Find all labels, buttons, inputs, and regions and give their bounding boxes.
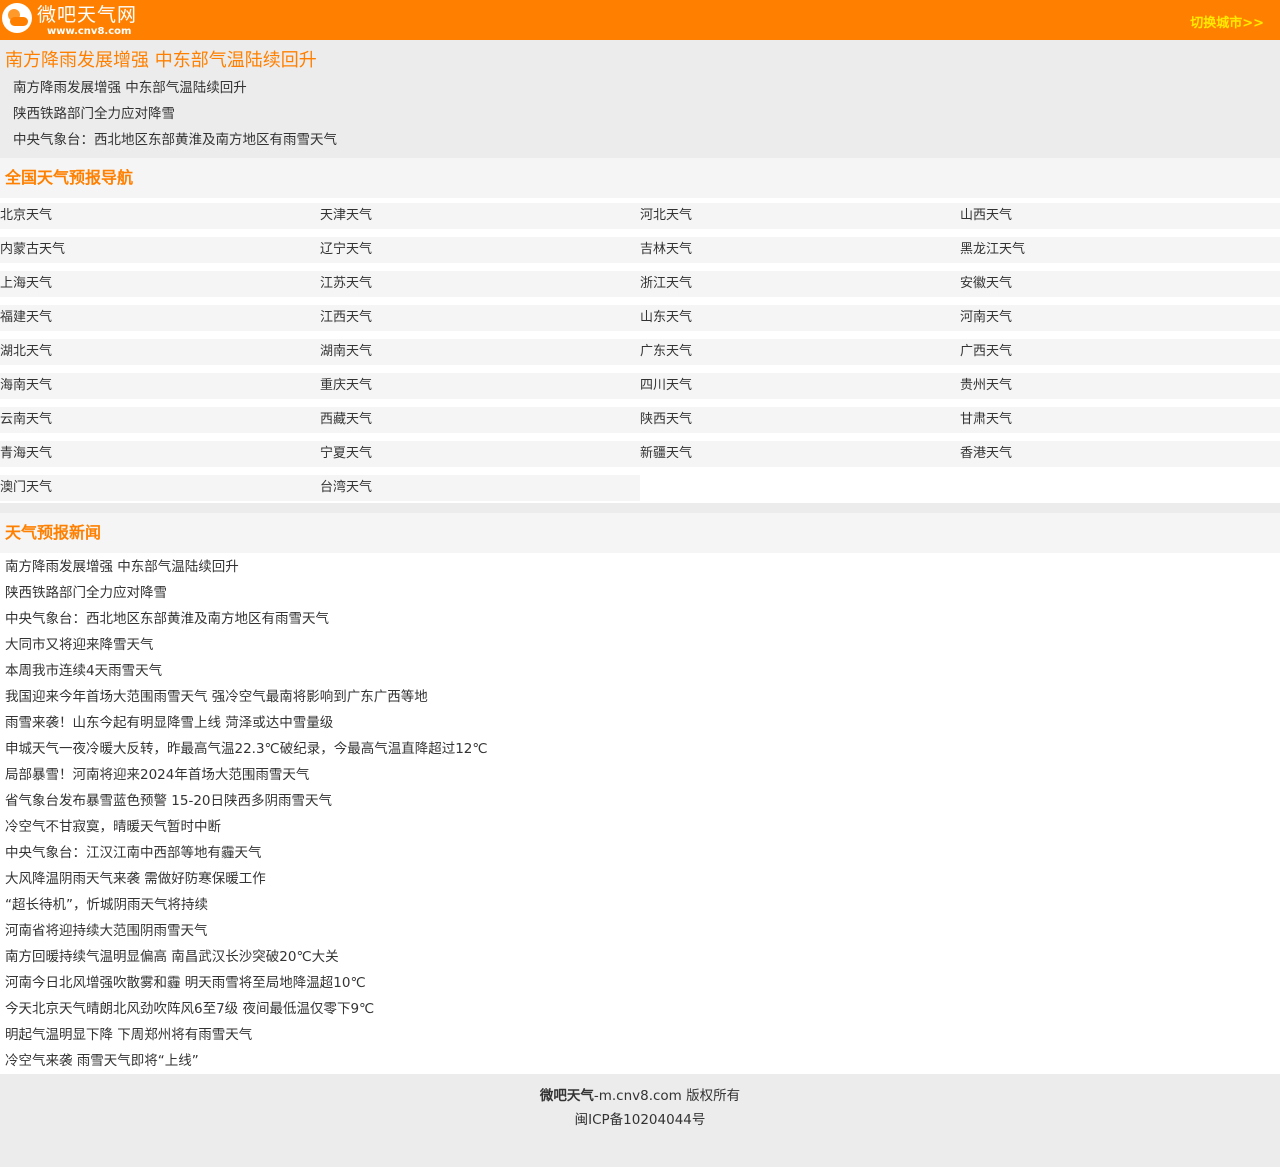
- weather-sun-cloud-icon: [2, 3, 32, 33]
- news-list: 南方降雨发展增强 中东部气温陆续回升 陕西铁路部门全力应对降雪 中央气象台：西北地区…: [0, 553, 1280, 1074]
- province-weather-link[interactable]: 重庆天气: [320, 373, 640, 399]
- news-item[interactable]: 河南省将迎持续大范围阴雨雪天气: [0, 918, 1280, 944]
- province-weather-link[interactable]: 澳门天气: [0, 475, 320, 501]
- divider: [0, 503, 1280, 513]
- province-weather-link[interactable]: 青海天气: [0, 441, 320, 467]
- footer-brand: 微吧天气: [539, 1088, 594, 1104]
- news-item[interactable]: 河南今日北风增强吹散雾和霾 明天雨雪将至局地降温超10℃: [0, 970, 1280, 996]
- province-weather-link[interactable]: 湖南天气: [320, 339, 640, 365]
- province-weather-link[interactable]: 河南天气: [960, 305, 1280, 331]
- headline-item[interactable]: 中央气象台：西北地区东部黄淮及南方地区有雨雪天气: [0, 127, 1280, 153]
- news-item[interactable]: 申城天气一夜冷暖大反转，昨最高气温22.3℃破纪录，今最高气温直降超过12℃: [0, 736, 1280, 762]
- province-weather-link[interactable]: 上海天气: [0, 271, 320, 297]
- province-weather-link[interactable]: 陕西天气: [640, 407, 960, 433]
- headline-item[interactable]: 陕西铁路部门全力应对降雪: [0, 101, 1280, 127]
- province-weather-link[interactable]: 河北天气: [640, 203, 960, 229]
- news-item[interactable]: 大同市又将迎来降雪天气: [0, 632, 1280, 658]
- news-item[interactable]: 冷空气不甘寂寞，晴暖天气暂时中断: [0, 814, 1280, 840]
- province-weather-link[interactable]: 云南天气: [0, 407, 320, 433]
- news-item[interactable]: 明起气温明显下降 下周郑州将有雨雪天气: [0, 1022, 1280, 1048]
- news-item[interactable]: 本周我市连续4天雨雪天气: [0, 658, 1280, 684]
- province-weather-link[interactable]: 北京天气: [0, 203, 320, 229]
- province-weather-link[interactable]: 海南天气: [0, 373, 320, 399]
- footer: 微吧天气-m.cnv8.com 版权所有 闽ICP备10204044号: [0, 1074, 1280, 1167]
- province-weather-link[interactable]: 台湾天气: [320, 475, 640, 501]
- province-weather-link[interactable]: 内蒙古天气: [0, 237, 320, 263]
- province-weather-link[interactable]: 湖北天气: [0, 339, 320, 365]
- icp-number[interactable]: 闽ICP备10204044号: [0, 1108, 1280, 1132]
- headline-title[interactable]: 南方降雨发展增强 中东部气温陆续回升: [0, 49, 1280, 73]
- news-item[interactable]: 冷空气来袭 雨雪天气即将“上线”: [0, 1048, 1280, 1074]
- news-item[interactable]: “超长待机”，忻城阴雨天气将持续: [0, 892, 1280, 918]
- province-weather-link[interactable]: 天津天气: [320, 203, 640, 229]
- province-weather-link[interactable]: 西藏天气: [320, 407, 640, 433]
- news-item[interactable]: 南方降雨发展增强 中东部气温陆续回升: [0, 554, 1280, 580]
- province-weather-link[interactable]: 辽宁天气: [320, 237, 640, 263]
- news-item[interactable]: 中央气象台：江汉江南中西部等地有霾天气: [0, 840, 1280, 866]
- province-weather-link[interactable]: 宁夏天气: [320, 441, 640, 467]
- province-weather-link[interactable]: 安徽天气: [960, 271, 1280, 297]
- news-item[interactable]: 我国迎来今年首场大范围雨雪天气 强冷空气最南将影响到广东广西等地: [0, 684, 1280, 710]
- province-weather-link[interactable]: 香港天气: [960, 441, 1280, 467]
- province-weather-link[interactable]: 山西天气: [960, 203, 1280, 229]
- news-item[interactable]: 省气象台发布暴雪蓝色预警 15-20日陕西多阴雨雪天气: [0, 788, 1280, 814]
- province-weather-link[interactable]: 山东天气: [640, 305, 960, 331]
- logo[interactable]: 微吧天气网 www.cnv8.com: [2, 3, 137, 37]
- switch-city-link[interactable]: 切换城市>>: [1190, 12, 1264, 31]
- province-weather-link[interactable]: 吉林天气: [640, 237, 960, 263]
- province-nav-grid: 北京天气 天津天气 河北天气 山西天气内蒙古天气 辽宁天气 吉林天气 黑龙江天气上海天气 江苏…: [0, 198, 1280, 503]
- province-weather-link[interactable]: 广西天气: [960, 339, 1280, 365]
- province-weather-link[interactable]: 甘肃天气: [960, 407, 1280, 433]
- province-weather-link[interactable]: 新疆天气: [640, 441, 960, 467]
- province-weather-link[interactable]: 广东天气: [640, 339, 960, 365]
- province-weather-link[interactable]: 浙江天气: [640, 271, 960, 297]
- news-item[interactable]: 陕西铁路部门全力应对降雪: [0, 580, 1280, 606]
- province-weather-link[interactable]: 江苏天气: [320, 271, 640, 297]
- footer-copyright: -m.cnv8.com 版权所有: [593, 1088, 741, 1104]
- news-item[interactable]: 南方回暖持续气温明显偏高 南昌武汉长沙突破20℃大关: [0, 944, 1280, 970]
- province-weather-link[interactable]: 江西天气: [320, 305, 640, 331]
- news-item[interactable]: 中央气象台：西北地区东部黄淮及南方地区有雨雪天气: [0, 606, 1280, 632]
- logo-url: www.cnv8.com: [47, 26, 132, 37]
- province-weather-link[interactable]: 四川天气: [640, 373, 960, 399]
- news-item[interactable]: 雨雪来袭！山东今起有明显降雪上线 菏泽或达中雪量级: [0, 710, 1280, 736]
- header: 微吧天气网 www.cnv8.com 切换城市>>: [0, 0, 1280, 40]
- province-weather-link[interactable]: 贵州天气: [960, 373, 1280, 399]
- logo-name: 微吧天气网: [37, 4, 138, 26]
- news-item[interactable]: 局部暴雪！河南将迎来2024年首场大范围雨雪天气: [0, 762, 1280, 788]
- news-section-title: 天气预报新闻: [0, 513, 1280, 553]
- province-weather-link[interactable]: 黑龙江天气: [960, 237, 1280, 263]
- news-item[interactable]: 大风降温阴雨天气来袭 需做好防寒保暖工作: [0, 866, 1280, 892]
- headline-item[interactable]: 南方降雨发展增强 中东部气温陆续回升: [0, 75, 1280, 101]
- copyright: 微吧天气-m.cnv8.com 版权所有: [0, 1084, 1280, 1108]
- headline-section: 南方降雨发展增强 中东部气温陆续回升 南方降雨发展增强 中东部气温陆续回升 陕西…: [0, 40, 1280, 158]
- nav-section-title: 全国天气预报导航: [0, 158, 1280, 198]
- news-item[interactable]: 今天北京天气晴朗北风劲吹阵风6至7级 夜间最低温仅零下9℃: [0, 996, 1280, 1022]
- province-weather-link[interactable]: 福建天气: [0, 305, 320, 331]
